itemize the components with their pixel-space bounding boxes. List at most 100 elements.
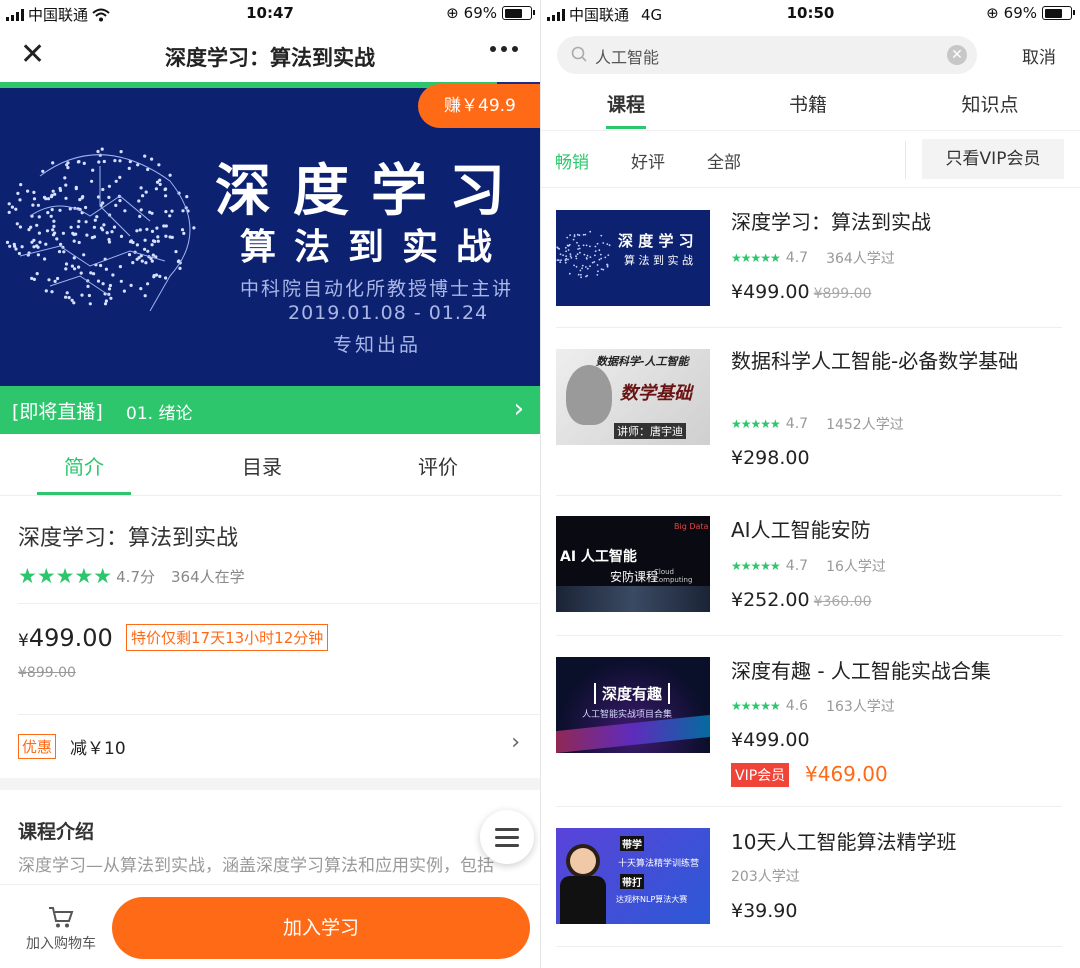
filter-top-rated[interactable]: 好评 bbox=[631, 148, 665, 173]
coupon-text: 减￥10 bbox=[70, 739, 126, 759]
nav-bar: ✕ 深度学习：算法到实战 bbox=[0, 28, 540, 82]
orientation-lock-icon: ⊕ bbox=[986, 4, 999, 22]
active-tab-indicator bbox=[37, 492, 131, 495]
cancel-button[interactable]: 取消 bbox=[1022, 43, 1056, 68]
coupon-tag: 优惠 bbox=[18, 734, 57, 759]
add-to-cart-button[interactable]: 加入购物车 bbox=[16, 905, 106, 953]
star-icon: ★★★★★ bbox=[731, 699, 781, 713]
course-thumbnail: 深 度 学 习 算 法 到 实 战 bbox=[556, 210, 710, 306]
original-price: ¥899.00 bbox=[18, 665, 76, 681]
tab-courses[interactable]: 课程 bbox=[576, 90, 676, 117]
battery-icon bbox=[502, 6, 535, 20]
divider bbox=[18, 603, 540, 604]
banner-publisher: 专知出品 bbox=[333, 334, 422, 356]
coupon-row[interactable]: 优惠 减￥10 bbox=[18, 734, 126, 759]
vip-member-badge: VIP会员 bbox=[731, 763, 790, 787]
star-icon: ★★★★★ bbox=[731, 417, 781, 431]
item-title: 深度有趣 - 人工智能实战合集 bbox=[731, 659, 991, 683]
banner-title: 深度学习 bbox=[215, 159, 527, 224]
filter-all[interactable]: 全部 bbox=[707, 148, 741, 173]
item-price: ¥499.00 bbox=[731, 729, 810, 751]
intro-text: 深度学习—从算法到实战，涵盖深度学习算法和应用实例，包括计算机视觉的目标检测、图… bbox=[18, 856, 494, 886]
chevron-right-icon: › bbox=[513, 394, 524, 424]
course-banner[interactable]: 深度学习 算法到实战 中科院自动化所教授博士主讲 2019.01.08 - 01… bbox=[0, 88, 540, 386]
join-course-button[interactable]: 加入学习 bbox=[112, 897, 530, 959]
status-bar: 中国联通 4G 10:50 ⊕ 69% bbox=[541, 0, 1080, 28]
course-price: ¥499.00 bbox=[18, 624, 113, 652]
divider bbox=[18, 714, 540, 715]
live-notice-bar[interactable]: [即将直播] 01. 绪论 › bbox=[0, 386, 540, 434]
tab-intro[interactable]: 简介 bbox=[34, 451, 134, 480]
vip-only-button[interactable]: 只看VIP会员 bbox=[922, 139, 1064, 179]
rating-row: ★★★★★ 4.7分 364人在学 bbox=[18, 564, 245, 588]
divider bbox=[556, 327, 1062, 328]
divider bbox=[556, 635, 1062, 636]
course-thumbnail: AI 人工智能 安防课程 Big Data Cloud Computing bbox=[556, 516, 710, 612]
deal-countdown: 特价仅剩17天13小时12分钟 bbox=[126, 624, 329, 651]
cart-label: 加入购物车 bbox=[26, 936, 96, 952]
cart-icon bbox=[49, 907, 74, 928]
item-title: 10天人工智能算法精学班 bbox=[731, 830, 957, 854]
tab-books[interactable]: 书籍 bbox=[758, 90, 858, 117]
divider bbox=[556, 946, 1062, 947]
orientation-lock-icon: ⊕ bbox=[446, 4, 459, 22]
item-price: ¥39.90 bbox=[731, 900, 798, 922]
search-results-screen: 中国联通 4G 10:50 ⊕ 69% 人工智能 ✕ 取消 课程 书籍 知识点 … bbox=[541, 0, 1080, 968]
tab-reviews[interactable]: 评价 bbox=[388, 451, 488, 480]
banner-dates: 2019.01.08 - 01.24 bbox=[288, 302, 489, 324]
bottom-action-bar: 加入购物车 加入学习 bbox=[0, 884, 540, 968]
divider bbox=[556, 495, 1062, 496]
item-title: AI人工智能安防 bbox=[731, 518, 871, 542]
search-icon bbox=[571, 46, 587, 62]
live-tag: [即将直播] bbox=[12, 401, 103, 423]
more-icon[interactable] bbox=[490, 46, 518, 52]
menu-list-icon[interactable] bbox=[480, 810, 534, 864]
banner-line1: 中科院自动化所教授博士主讲 bbox=[240, 278, 514, 300]
battery-percent: 69% bbox=[463, 4, 497, 22]
battery-percent: 69% bbox=[1003, 4, 1037, 22]
search-value: 人工智能 bbox=[595, 48, 660, 67]
filter-bar: 畅销 好评 全部 只看VIP会员 bbox=[541, 130, 1080, 188]
learner-count: 364人在学 bbox=[171, 567, 245, 586]
course-thumbnail: 深度有趣 人工智能实战项目合集 bbox=[556, 657, 710, 753]
item-price: ¥252.00 ¥360.00 bbox=[731, 589, 872, 611]
banner-subtitle: 算法到实战 bbox=[240, 227, 511, 268]
active-tab-indicator bbox=[606, 126, 646, 129]
filter-bestselling[interactable]: 畅销 bbox=[555, 148, 589, 173]
item-price: ¥298.00 bbox=[731, 447, 810, 469]
item-rating: ★★★★★ 4.7 1452人学过 bbox=[731, 416, 904, 433]
course-title: 深度学习：算法到实战 bbox=[18, 526, 239, 551]
item-rating: ★★★★★ 4.7 16人学过 bbox=[731, 558, 886, 575]
search-input[interactable]: 人工智能 ✕ bbox=[557, 36, 977, 74]
item-learners: 203人学过 bbox=[731, 869, 800, 885]
item-rating: ★★★★★ 4.6 163人学过 bbox=[731, 698, 895, 715]
intro-heading: 课程介绍 bbox=[18, 821, 95, 843]
course-thumbnail: 带学 十天算法精学训练营 带打 达观杯NLP算法大赛 bbox=[556, 828, 710, 924]
vip-price: ¥469.00 bbox=[805, 762, 888, 786]
status-bar: 中国联通 10:47 ⊕ 69% bbox=[0, 0, 540, 28]
star-icon: ★★★★★ bbox=[18, 564, 113, 588]
clear-icon[interactable]: ✕ bbox=[947, 45, 967, 65]
tab-catalog[interactable]: 目录 bbox=[212, 451, 312, 480]
section-gap bbox=[0, 778, 540, 790]
item-rating: ★★★★★ 4.7 364人学过 bbox=[731, 250, 895, 267]
result-tabs: 课程 书籍 知识点 bbox=[541, 88, 1080, 130]
star-icon: ★★★★★ bbox=[731, 559, 781, 573]
brain-circuit-icon bbox=[5, 147, 196, 312]
course-detail-screen: 中国联通 10:47 ⊕ 69% ✕ 深度学习：算法到实战 深度学习 算法到实战 bbox=[0, 0, 540, 968]
tab-knowledge[interactable]: 知识点 bbox=[940, 90, 1040, 117]
item-price: ¥499.00 ¥899.00 bbox=[731, 281, 872, 303]
divider bbox=[556, 806, 1062, 807]
rating-score: 4.7分 bbox=[116, 567, 155, 586]
page-title: 深度学习：算法到实战 bbox=[165, 46, 375, 70]
course-thumbnail: 数据科学-人工智能 数学基础 讲师：唐宇迪 bbox=[556, 349, 710, 445]
item-title: 深度学习：算法到实战 bbox=[731, 210, 931, 234]
item-title: 数据科学人工智能-必备数学基础 bbox=[731, 349, 1019, 373]
detail-tabs: 简介 目录 评价 bbox=[0, 434, 540, 496]
chevron-right-icon[interactable]: › bbox=[511, 730, 520, 755]
divider bbox=[905, 141, 906, 179]
live-lesson: 01. 绪论 bbox=[126, 404, 193, 424]
battery-icon bbox=[1042, 6, 1075, 20]
star-icon: ★★★★★ bbox=[731, 251, 781, 265]
earn-badge[interactable]: 赚￥49.9 bbox=[418, 84, 540, 128]
